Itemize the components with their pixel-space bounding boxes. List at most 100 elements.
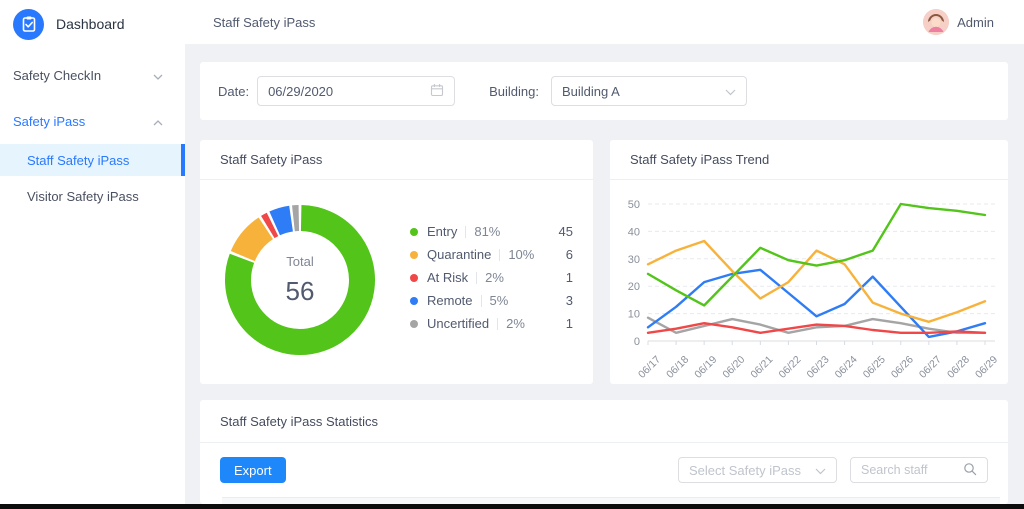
staff-safety-ipass-card: Staff Safety iPass Total 56 Entry 81% 45… (200, 140, 593, 384)
legend-label: Quarantine (427, 247, 491, 262)
chevron-down-icon (815, 463, 826, 478)
date-value[interactable] (268, 84, 408, 99)
topbar: Staff Safety iPass Admin (185, 0, 1024, 45)
x-axis-tick-label: 06/20 (720, 354, 747, 381)
legend-item-quarantine[interactable]: Quarantine 10% 6 (410, 243, 573, 266)
legend-item-at-risk[interactable]: At Risk 2% 1 (410, 266, 573, 289)
x-axis-tick-label: 06/17 (636, 354, 663, 381)
filter-bar: Date: Building: Building A (200, 62, 1008, 120)
clipboard-check-logo-icon (13, 9, 44, 40)
legend-label: Uncertified (427, 316, 489, 331)
trend-line-entry (648, 204, 985, 305)
sidebar-item-safety-checkin[interactable]: Safety CheckIn (0, 56, 185, 94)
sidebar-subitem-label: Visitor Safety iPass (27, 189, 139, 204)
legend-percent: 81% (474, 224, 500, 239)
legend-label: Remote (427, 293, 473, 308)
avatar (923, 9, 949, 35)
building-select-value: Building A (562, 84, 620, 99)
legend-count: 1 (566, 270, 573, 285)
search-input[interactable] (861, 463, 961, 477)
statistics-toolbar: Export Select Safety iPass (200, 443, 1008, 497)
x-axis-tick-label: 06/29 (973, 354, 1000, 381)
x-axis-tick-label: 06/25 (861, 354, 888, 381)
legend-dot (410, 274, 418, 282)
legend-count: 3 (566, 293, 573, 308)
trend-chart: 0102030405006/1706/1806/1906/2006/2106/2… (610, 180, 1008, 384)
legend-dot (410, 251, 418, 259)
divider (481, 295, 482, 307)
legend-item-remote[interactable]: Remote 5% 3 (410, 289, 573, 312)
legend-dot (410, 320, 418, 328)
date-input[interactable] (257, 76, 455, 106)
legend-percent: 2% (506, 316, 525, 331)
y-axis-tick-label: 40 (628, 226, 640, 238)
safety-ipass-select[interactable]: Select Safety iPass (678, 457, 837, 483)
page-title: Staff Safety iPass (213, 15, 315, 30)
divider (465, 226, 466, 238)
main-content: Date: Building: Building A (185, 45, 1024, 504)
chevron-down-icon (153, 68, 163, 83)
x-axis-tick-label: 06/24 (833, 354, 860, 381)
x-axis-tick-label: 06/19 (692, 354, 719, 381)
x-axis-tick-label: 06/22 (776, 354, 803, 381)
legend-item-uncertified[interactable]: Uncertified 2% 1 (410, 312, 573, 335)
legend-dot (410, 297, 418, 305)
trend-card: Staff Safety iPass Trend 0 10 20 30 40 50 06/1… (610, 140, 1008, 384)
legend-percent: 2% (485, 270, 504, 285)
trend-line-quarantine (648, 241, 985, 322)
app-title: Dashboard (56, 16, 125, 32)
legend-percent: 5% (490, 293, 509, 308)
legend-count: 6 (566, 247, 573, 262)
legend-label: At Risk (427, 270, 468, 285)
donut-total-value: 56 (286, 276, 315, 307)
sidebar-subitem-staff-safety-ipass[interactable]: Staff Safety iPass (0, 144, 185, 176)
staff-search-field[interactable] (850, 457, 988, 483)
statistics-card: Staff Safety iPass Statistics Export Sel… (200, 400, 1008, 504)
chevron-up-icon (153, 114, 163, 129)
search-icon (963, 462, 977, 479)
date-label: Date: (218, 84, 249, 99)
divider (499, 249, 500, 261)
select-placeholder: Select Safety iPass (689, 463, 801, 478)
y-axis-tick-label: 0 (634, 336, 640, 348)
dashboard-app: Dashboard Safety CheckIn Safety iPass St… (0, 0, 1024, 509)
x-axis-tick-label: 06/26 (889, 354, 916, 381)
building-label: Building: (489, 84, 539, 99)
divider (497, 318, 498, 330)
user-name: Admin (957, 15, 994, 30)
sidebar-item-safety-ipass[interactable]: Safety iPass (0, 102, 185, 140)
y-axis-tick-label: 50 (628, 199, 640, 211)
y-axis-tick-label: 10 (628, 309, 640, 321)
user-menu[interactable]: Admin (923, 9, 994, 35)
legend-count: 1 (566, 316, 573, 331)
card-title: Staff Safety iPass Trend (610, 140, 1008, 180)
card-title: Staff Safety iPass (200, 140, 593, 180)
sidebar-subitem-label: Staff Safety iPass (27, 153, 129, 168)
sidebar-subitem-visitor-safety-ipass[interactable]: Visitor Safety iPass (0, 180, 185, 212)
sidebar-item-label: Safety CheckIn (13, 68, 101, 83)
logo-row[interactable]: Dashboard (0, 0, 185, 48)
legend-dot (410, 228, 418, 236)
export-button[interactable]: Export (220, 457, 286, 483)
legend-item-entry[interactable]: Entry 81% 45 (410, 220, 573, 243)
building-select[interactable]: Building A (551, 76, 747, 106)
donut-legend: Entry 81% 45 Quarantine 10% 6 At Risk (410, 220, 573, 335)
y-axis-tick-label: 20 (628, 281, 640, 293)
calendar-icon (430, 83, 444, 100)
x-axis-tick-label: 06/27 (917, 354, 944, 381)
sidebar: Dashboard Safety CheckIn Safety iPass St… (0, 0, 185, 504)
sidebar-item-label: Safety iPass (13, 114, 85, 129)
legend-count: 45 (559, 224, 573, 239)
card-title: Staff Safety iPass Statistics (200, 400, 1008, 443)
x-axis-tick-label: 06/18 (664, 354, 691, 381)
y-axis-tick-label: 30 (628, 254, 640, 266)
legend-percent: 10% (508, 247, 534, 262)
bottom-edge (0, 504, 1024, 509)
legend-label: Entry (427, 224, 457, 239)
x-axis-tick-label: 06/28 (945, 354, 972, 381)
divider (476, 272, 477, 284)
chevron-down-icon (725, 84, 736, 99)
donut-total-label: Total (286, 254, 313, 269)
donut-center: Total 56 (200, 180, 400, 380)
x-axis-tick-label: 06/21 (748, 354, 775, 381)
